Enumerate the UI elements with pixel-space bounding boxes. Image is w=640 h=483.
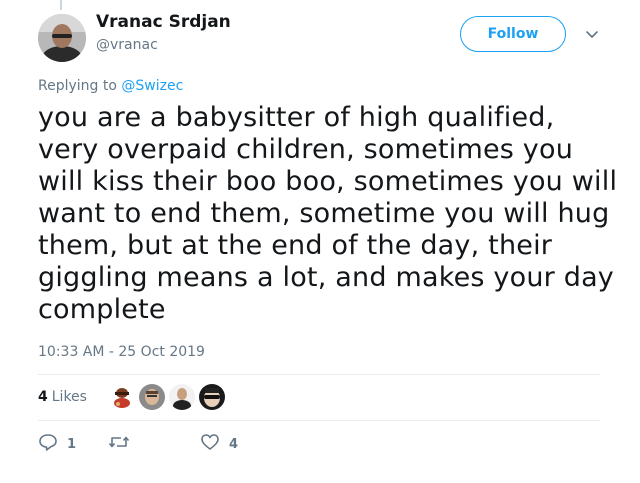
reply-count: 1	[67, 436, 77, 452]
author-handle[interactable]: @vranac	[96, 37, 158, 53]
tweet-timestamp[interactable]: 10:33 AM - 25 Oct 2019	[38, 344, 205, 360]
divider	[38, 374, 600, 375]
liker-avatar[interactable]	[108, 384, 135, 410]
likes-count[interactable]: 4	[38, 389, 48, 405]
likes-label[interactable]: Likes	[52, 389, 87, 405]
reply-context-prefix: Replying to	[38, 78, 117, 94]
like-action[interactable]: 4	[200, 432, 238, 456]
author-display-name[interactable]: Vranac Srdjan	[96, 12, 231, 32]
tweet-actions: 1 4	[38, 430, 238, 458]
follow-button[interactable]: Follow	[460, 16, 566, 52]
liker-avatar[interactable]	[168, 384, 195, 410]
retweet-action[interactable]	[108, 432, 200, 456]
reply-mention-link[interactable]: @Swizec	[121, 78, 183, 94]
reply-context: Replying to @Swizec	[38, 78, 183, 94]
chevron-down-icon[interactable]	[582, 24, 602, 44]
like-count: 4	[229, 436, 239, 452]
reply-icon[interactable]	[38, 432, 58, 456]
divider	[38, 420, 600, 421]
heart-icon[interactable]	[200, 432, 220, 456]
liker-avatar[interactable]	[198, 384, 225, 410]
retweet-icon[interactable]	[108, 432, 130, 456]
liker-avatar[interactable]	[138, 384, 165, 410]
author-avatar[interactable]	[38, 14, 86, 62]
tweet-text: you are a babysitter of high qualified, …	[38, 102, 618, 325]
likes-row: 4 Likes	[38, 376, 229, 418]
thread-connector	[60, 0, 62, 10]
reply-action[interactable]: 1	[38, 432, 108, 456]
